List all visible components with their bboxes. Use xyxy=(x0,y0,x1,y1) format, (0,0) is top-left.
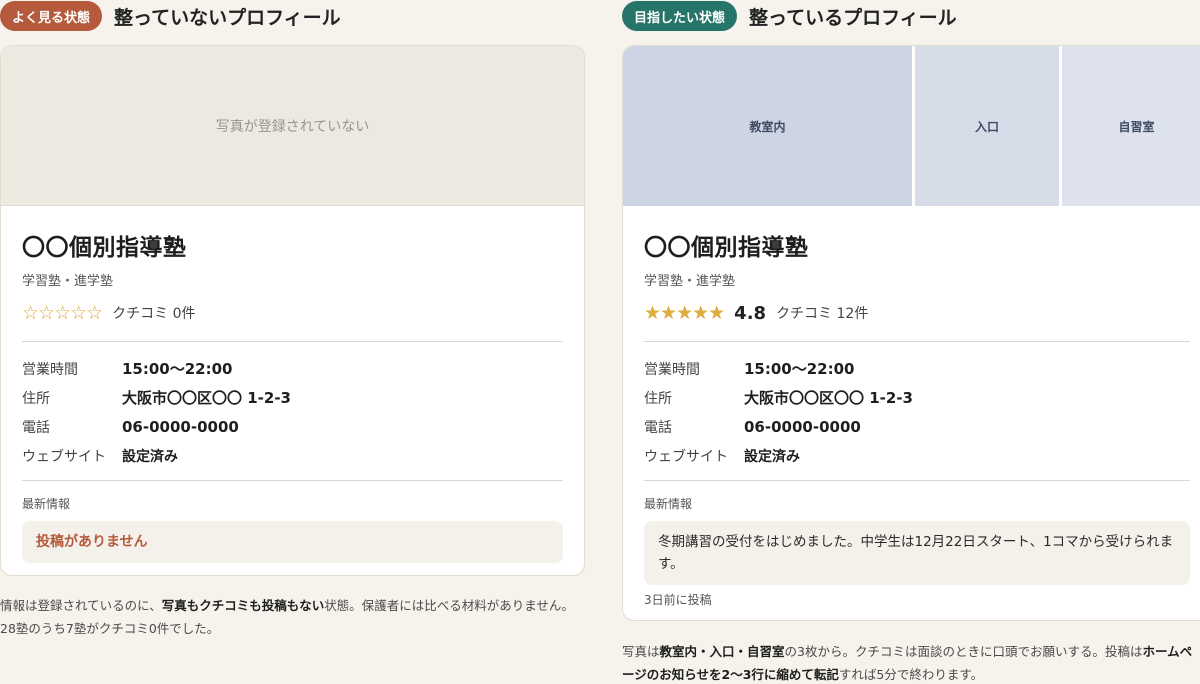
caption-emphasis: 教室内・入口・自習室 xyxy=(659,644,785,659)
divider xyxy=(644,341,1190,342)
info-key: 電話 xyxy=(22,419,50,436)
info-list: 営業時間 15:00〜22:00 住所 大阪市〇〇区〇〇 1-2-3 電話 06… xyxy=(22,354,563,470)
info-value: 15:00〜22:00 xyxy=(744,360,855,378)
review-count[interactable]: クチコミ 12件 xyxy=(776,303,868,323)
info-key: 営業時間 xyxy=(22,361,78,378)
status-badge: よく見る状態 xyxy=(0,1,103,31)
info-value[interactable]: 設定済み xyxy=(744,446,800,466)
photo-entrance[interactable]: 入口 xyxy=(915,46,1059,206)
section-title: 整っていないプロフィール xyxy=(114,6,341,29)
info-value: 大阪市〇〇区〇〇 1-2-3 xyxy=(122,389,291,407)
caption-emphasis: 写真もクチコミも投稿もない xyxy=(161,598,325,613)
info-key: ウェブサイト xyxy=(22,448,106,465)
rating-score: 4.8 xyxy=(734,302,767,324)
info-row-address: 住所 大阪市〇〇区〇〇 1-2-3 xyxy=(644,383,1190,412)
divider xyxy=(644,480,1190,481)
info-value: 設定済み xyxy=(122,448,178,465)
star-rating-icon: ☆☆☆☆☆ xyxy=(22,302,103,324)
photo-study-room[interactable]: 自習室 xyxy=(1062,46,1200,206)
info-row-hours: 営業時間 15:00〜22:00 xyxy=(22,354,563,383)
info-value: 06-0000-0000 xyxy=(122,417,239,436)
info-key: 住所 xyxy=(22,390,50,407)
good-profile-header: 目指したい状態 整っているプロフィール xyxy=(622,0,1200,32)
divider xyxy=(22,480,563,481)
info-row-phone: 電話 06-0000-0000 xyxy=(22,412,563,441)
photo-placeholder: 写真が登録されていない xyxy=(1,46,584,206)
business-category: 学習塾・進学塾 xyxy=(22,274,114,289)
caption-text: 情報は登録されているのに、 xyxy=(0,598,162,613)
info-value: 15:00〜22:00 xyxy=(122,360,233,378)
profile-card: 写真が登録されていない 〇〇個別指導塾 学習塾・進学塾 ☆☆☆☆☆ クチコミ 0… xyxy=(0,45,585,576)
news-date: 3日前に投稿 xyxy=(644,593,712,607)
caption-text: 写真は xyxy=(622,644,660,659)
news-empty-message: 投稿がありません xyxy=(22,521,563,563)
status-badge: 目指したい状態 xyxy=(622,1,738,31)
info-key: ウェブサイト xyxy=(644,448,728,465)
caption: 情報は登録されているのに、写真もクチコミも投稿もない状態。保護者には比べる材料が… xyxy=(0,594,585,640)
good-profile-column: 目指したい状態 整っているプロフィール 教室内 入口 自習室 〇〇個別指導塾 学… xyxy=(622,0,1200,682)
review-count: クチコミ 0件 xyxy=(112,306,196,322)
business-name: 〇〇個別指導塾 xyxy=(22,234,187,261)
info-list: 営業時間 15:00〜22:00 住所 大阪市〇〇区〇〇 1-2-3 電話 06… xyxy=(644,354,1190,470)
divider xyxy=(22,341,563,342)
info-key: 営業時間 xyxy=(644,361,700,378)
news-label: 最新情報 xyxy=(22,497,71,511)
info-row-phone: 電話 06-0000-0000 xyxy=(644,412,1190,441)
info-row-website: ウェブサイト 設定済み xyxy=(22,441,563,470)
info-value: 06-0000-0000 xyxy=(744,417,861,436)
info-row-hours: 営業時間 15:00〜22:00 xyxy=(644,354,1190,383)
info-row-address: 住所 大阪市〇〇区〇〇 1-2-3 xyxy=(22,383,563,412)
caption-text: すれば5分で終わります。 xyxy=(838,667,984,682)
info-key: 電話 xyxy=(644,419,672,436)
info-row-website: ウェブサイト 設定済み xyxy=(644,441,1190,470)
info-value: 大阪市〇〇区〇〇 1-2-3 xyxy=(744,389,913,407)
news-post[interactable]: 冬期講習の受付をはじめました。中学生は12月22日スタート、1コマから受けられま… xyxy=(644,521,1190,585)
business-category: 学習塾・進学塾 xyxy=(644,274,736,289)
rating-row: ★★★★★ 4.8 クチコミ 12件 xyxy=(644,301,1190,325)
section-title: 整っているプロフィール xyxy=(749,6,957,29)
photo-classroom[interactable]: 教室内 xyxy=(623,46,912,206)
bad-profile-header: よく見る状態 整っていないプロフィール xyxy=(0,0,585,32)
star-rating-icon: ★★★★★ xyxy=(644,302,725,324)
photo-grid: 教室内 入口 自習室 xyxy=(623,46,1200,206)
rating-row: ☆☆☆☆☆ クチコミ 0件 xyxy=(22,301,563,325)
profile-card: 教室内 入口 自習室 〇〇個別指導塾 学習塾・進学塾 ★★★★★ 4.8 クチコ… xyxy=(622,45,1200,621)
caption: 写真は教室内・入口・自習室の3枚から。クチコミは面談のときに口頭でお願いする。投… xyxy=(622,640,1200,684)
business-name: 〇〇個別指導塾 xyxy=(644,234,809,261)
info-key: 住所 xyxy=(644,390,672,407)
caption-text: の3枚から。クチコミは面談のときに口頭でお願いする。投稿は xyxy=(784,644,1143,659)
bad-profile-column: よく見る状態 整っていないプロフィール 写真が登録されていない 〇〇個別指導塾 … xyxy=(0,0,585,636)
news-label: 最新情報 xyxy=(644,497,693,511)
